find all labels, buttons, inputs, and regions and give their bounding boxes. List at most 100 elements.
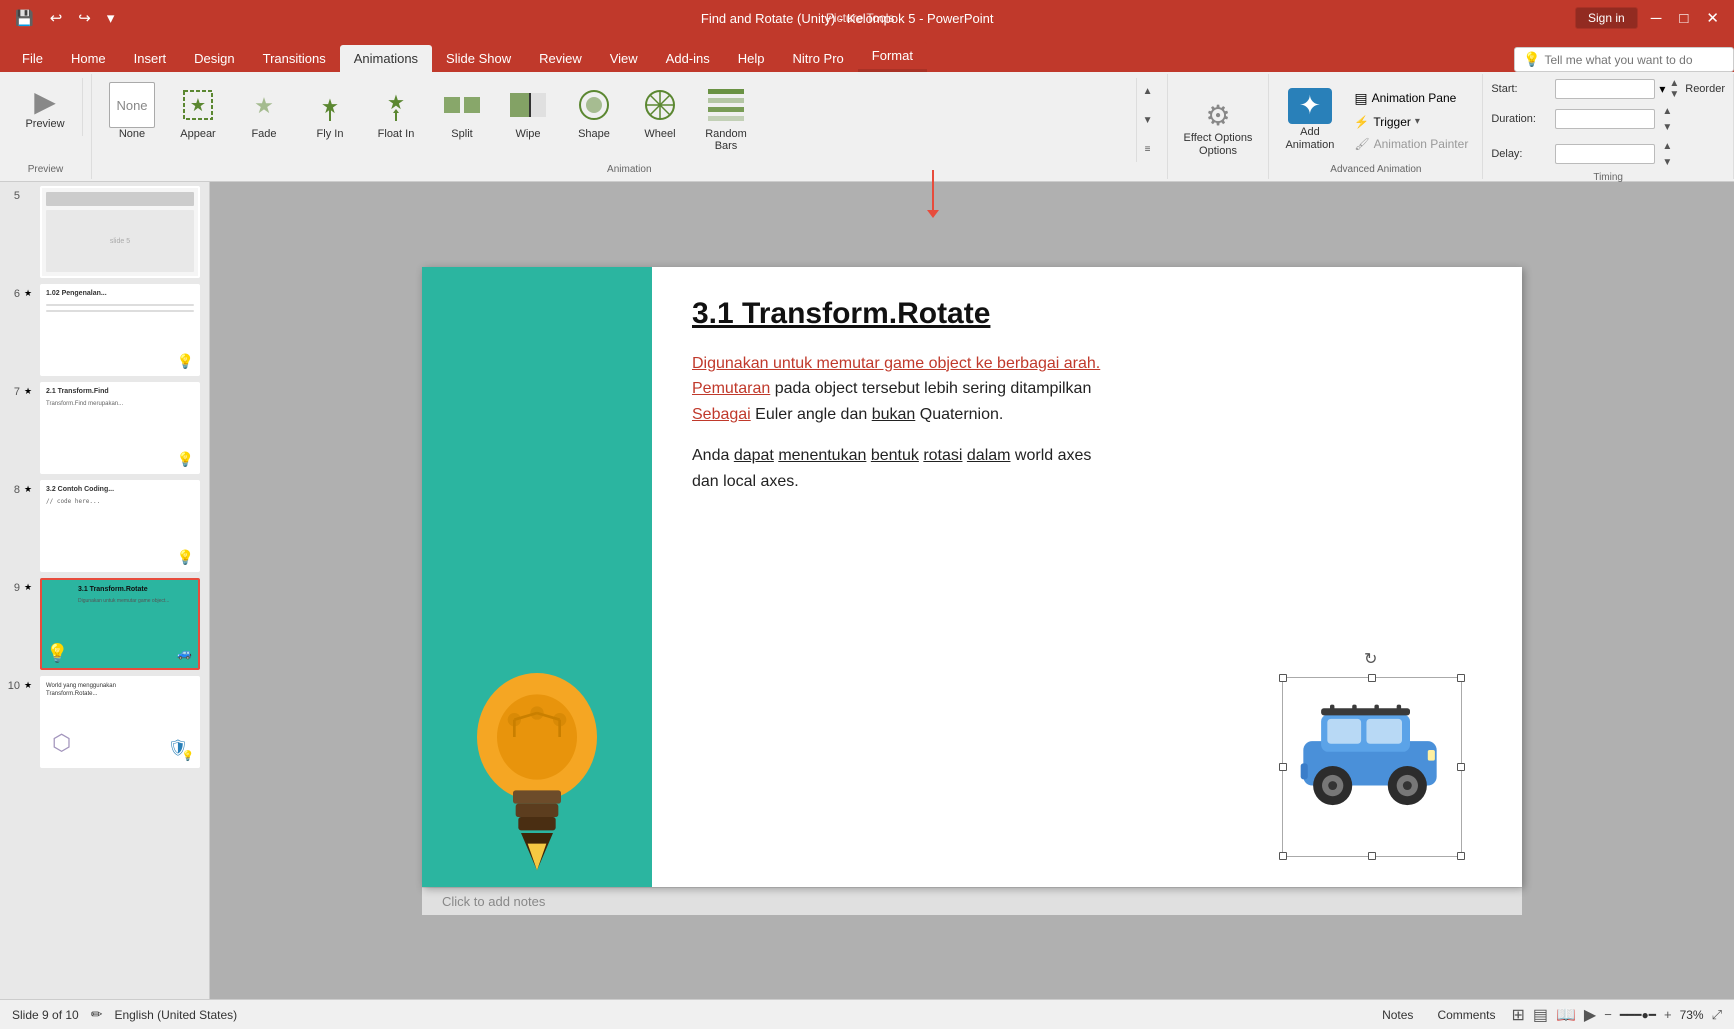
body-red-2: Pemutaran (692, 380, 770, 397)
preview-group: ▶ Preview Preview (0, 74, 92, 179)
slide-item-9[interactable]: 9 ★ 💡 3.1 Transform.Rotate Digunakan unt… (4, 578, 205, 670)
tab-insert[interactable]: Insert (120, 45, 181, 72)
timing-start-dropdown[interactable]: ▾ (1659, 82, 1665, 96)
timing-delay-input[interactable] (1555, 144, 1655, 164)
delay-up[interactable]: ▲ (1659, 138, 1675, 154)
timing-duration-input[interactable] (1555, 109, 1655, 129)
notes-button[interactable]: Notes (1374, 1006, 1421, 1024)
anim-fade[interactable]: ★ Fade (232, 78, 296, 144)
slide-thumb-8[interactable]: 3.2 Contoh Coding... // code here... 💡 (40, 480, 200, 572)
slide-star-7: ★ (24, 386, 36, 397)
timing-start-input[interactable] (1555, 79, 1655, 99)
handle-bot-mid[interactable] (1368, 852, 1376, 860)
slide-thumb-5[interactable]: slide 5 (40, 186, 200, 278)
tab-slideshow[interactable]: Slide Show (432, 45, 525, 72)
zoom-in-icon[interactable]: + (1664, 1007, 1672, 1022)
animation-pane-button[interactable]: ▤ Animation Pane (1348, 88, 1474, 109)
tab-transitions[interactable]: Transitions (249, 45, 340, 72)
fit-window-icon[interactable]: ⤢ (1712, 1007, 1722, 1023)
anim-shape[interactable]: Shape (562, 78, 626, 144)
timing-group: Start: ▾ ▲ ▼ Reorder Duration: ▲ ▼ Delay… (1483, 74, 1734, 179)
body-red-3: Sebagai (692, 406, 751, 423)
tab-review[interactable]: Review (525, 45, 596, 72)
handle-top-mid[interactable] (1368, 674, 1376, 682)
signin-button[interactable]: Sign in (1575, 7, 1638, 29)
slide-thumb-9[interactable]: 💡 3.1 Transform.Rotate Digunakan untuk m… (40, 578, 200, 670)
body-text-11: dan local axes. (692, 473, 799, 490)
maximize-icon[interactable]: □ (1674, 8, 1693, 29)
tab-home[interactable]: Home (57, 45, 120, 72)
trigger-button[interactable]: ⚡ Trigger ▾ (1348, 113, 1474, 131)
view-normal-icon[interactable]: ⊞ (1511, 1005, 1524, 1025)
tab-animations[interactable]: Animations (340, 45, 432, 72)
wheel-icon (637, 82, 683, 128)
tell-me-input[interactable] (1544, 53, 1724, 67)
anim-scroll-up[interactable]: ▲ (1139, 80, 1157, 102)
save-icon[interactable]: 💾 (10, 7, 39, 29)
slide-thumb-6[interactable]: 1.02 Pengenalan... 💡 (40, 284, 200, 376)
statusbar-right: Notes Comments ⊞ ▤ 📖 ▶ − ━━━●━ + 73% ⤢ (1374, 1005, 1722, 1025)
handle-top-right[interactable] (1457, 674, 1465, 682)
tab-addins[interactable]: Add-ins (652, 45, 724, 72)
anim-scroll-down[interactable]: ▼ (1139, 109, 1157, 131)
slide-item-8[interactable]: 8 ★ 3.2 Contoh Coding... // code here...… (4, 480, 205, 572)
anim-wipe-label: Wipe (515, 128, 540, 140)
slide-canvas[interactable]: 3.1 Transform.Rotate Digunakan untuk mem… (422, 267, 1522, 887)
preview-button[interactable]: ▶ Preview (20, 82, 70, 132)
anim-none[interactable]: None None (100, 78, 164, 144)
handle-mid-right[interactable] (1457, 763, 1465, 771)
tab-nitro[interactable]: Nitro Pro (779, 45, 858, 72)
tab-file[interactable]: File (8, 45, 57, 72)
reorder-down-icon[interactable]: ▼ (1669, 89, 1679, 100)
comments-button[interactable]: Comments (1429, 1006, 1503, 1024)
car-container[interactable]: ↻ (1282, 677, 1462, 857)
tell-me-box[interactable]: 💡 (1514, 47, 1734, 72)
view-presentation-icon[interactable]: ▶ (1584, 1005, 1596, 1025)
effect-options-button[interactable]: ⚙ Effect Options Options (1176, 91, 1261, 163)
add-animation-button[interactable]: ✦ AddAnimation (1277, 84, 1342, 156)
animation-painter-button[interactable]: 🖌 Animation Painter (1348, 135, 1474, 153)
anim-randombars[interactable]: Random Bars (694, 78, 758, 156)
handle-top-left[interactable] (1279, 674, 1287, 682)
minimize-icon[interactable]: ─ (1646, 8, 1667, 29)
handle-bot-right[interactable] (1457, 852, 1465, 860)
slide-thumb-7[interactable]: 2.1 Transform.Find Transform.Find merupa… (40, 382, 200, 474)
tab-view[interactable]: View (596, 45, 652, 72)
tab-design[interactable]: Design (180, 45, 248, 72)
tab-help[interactable]: Help (724, 45, 779, 72)
duration-up[interactable]: ▲ (1659, 103, 1675, 119)
slide-item-7[interactable]: 7 ★ 2.1 Transform.Find Transform.Find me… (4, 382, 205, 474)
anim-wheel[interactable]: Wheel (628, 78, 692, 144)
slide-title: 3.1 Transform.Rotate (692, 297, 1482, 331)
duration-down[interactable]: ▼ (1659, 119, 1675, 135)
randombars-icon (703, 82, 749, 128)
slide-content: 3.1 Transform.Rotate Digunakan untuk mem… (652, 267, 1522, 887)
slide-item-6[interactable]: 6 ★ 1.02 Pengenalan... 💡 (4, 284, 205, 376)
undo-icon[interactable]: ↩ (45, 7, 68, 29)
close-icon[interactable]: ✕ (1701, 7, 1724, 29)
zoom-slider[interactable]: ━━━●━ (1620, 1008, 1656, 1022)
redo-icon[interactable]: ↪ (73, 7, 96, 29)
customize-icon[interactable]: ▾ (102, 7, 120, 29)
view-reading-icon[interactable]: 📖 (1556, 1005, 1576, 1025)
anim-scroll-more[interactable]: ≡ (1139, 138, 1157, 160)
handle-mid-left[interactable] (1279, 763, 1287, 771)
rotate-handle[interactable]: ↻ (1364, 649, 1377, 669)
anim-split[interactable]: Split (430, 78, 494, 144)
delay-down[interactable]: ▼ (1659, 154, 1675, 170)
click-to-add-notes[interactable]: Click to add notes (422, 887, 1522, 915)
view-slide-icon[interactable]: ▤ (1533, 1005, 1548, 1025)
anim-appear[interactable]: ★ Appear (166, 78, 230, 144)
handle-bot-left[interactable] (1279, 852, 1287, 860)
slide-area: 3.1 Transform.Rotate Digunakan untuk mem… (210, 182, 1734, 999)
anim-wipe[interactable]: Wipe (496, 78, 560, 144)
zoom-out-icon[interactable]: − (1604, 1007, 1612, 1022)
anim-floatin[interactable]: ★ Float In (364, 78, 428, 144)
slide-item-5[interactable]: 5 slide 5 (4, 186, 205, 278)
reorder-up-icon[interactable]: ▲ (1669, 78, 1679, 89)
anim-none-label: None (119, 128, 145, 140)
slide-thumb-10[interactable]: World yang menggunakanTransform.Rotate..… (40, 676, 200, 768)
slide-item-10[interactable]: 10 ★ World yang menggunakanTransform.Rot… (4, 676, 205, 768)
anim-flyin[interactable]: ★ Fly In (298, 78, 362, 144)
tab-format[interactable]: Format (858, 42, 927, 72)
